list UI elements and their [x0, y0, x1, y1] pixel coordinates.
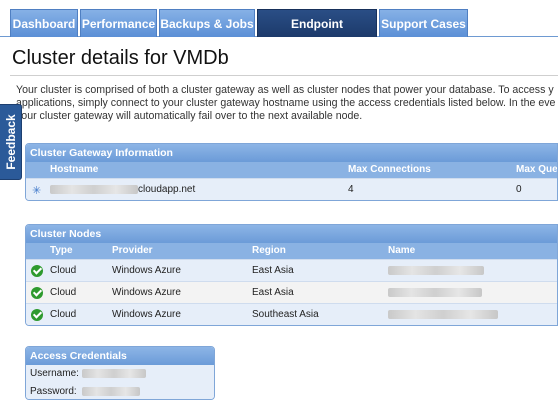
gateway-panel: Cluster Gateway Information Hostname Max…	[25, 143, 558, 201]
intro-line: applications, simply connect to your clu…	[16, 97, 556, 109]
page-title: Cluster details for VMDb	[12, 47, 229, 69]
column-name: Name	[388, 245, 416, 256]
username-value[interactable]	[82, 368, 146, 379]
intro-line: Your cluster is comprised of both a clus…	[16, 84, 554, 96]
node-type: Cloud	[50, 287, 77, 298]
gateway-panel-title: Cluster Gateway Information	[26, 144, 557, 162]
gateway-max-queue: 0	[516, 184, 522, 195]
node-name	[388, 265, 484, 276]
node-type: Cloud	[50, 265, 77, 276]
node-provider: Windows Azure	[112, 309, 181, 320]
gateway-hostname: cloudapp.net	[50, 184, 195, 195]
redacted-username	[82, 368, 146, 378]
node-name	[388, 287, 482, 298]
tab-backups-jobs[interactable]: Backups & Jobs	[159, 9, 255, 37]
nodes-panel-title: Cluster Nodes	[26, 225, 557, 243]
node-row[interactable]: Cloud Windows Azure Southeast Asia	[26, 303, 557, 325]
hostname-suffix: cloudapp.net	[138, 184, 196, 195]
redacted-node-name	[388, 287, 482, 297]
node-provider: Windows Azure	[112, 287, 181, 298]
gateway-column-header: Hostname Max Connections Max Que	[26, 162, 557, 178]
feedback-label: Feedback	[3, 114, 18, 170]
column-hostname: Hostname	[50, 164, 99, 175]
tab-support-cases[interactable]: Support Cases	[379, 9, 468, 37]
password-value[interactable]	[82, 386, 140, 397]
node-name	[388, 309, 498, 320]
title-divider	[10, 75, 558, 76]
username-row: Username:	[26, 365, 214, 383]
redacted-node-name	[388, 265, 484, 275]
node-row[interactable]: Cloud Windows Azure East Asia	[26, 259, 557, 281]
column-max-queue: Max Que	[516, 164, 558, 175]
gateway-max-connections: 4	[348, 184, 354, 195]
column-max-connections: Max Connections	[348, 164, 431, 175]
username-label: Username:	[30, 368, 79, 379]
node-region: Southeast Asia	[252, 309, 319, 320]
intro-text: Your cluster is comprised of both a clus…	[16, 84, 558, 123]
column-region: Region	[252, 245, 286, 256]
tab-dashboard[interactable]: Dashboard	[10, 9, 78, 37]
node-row[interactable]: Cloud Windows Azure East Asia	[26, 281, 557, 303]
credentials-panel: Access Credentials Username: Password:	[25, 346, 215, 400]
redacted-hostname	[50, 184, 138, 194]
node-region: East Asia	[252, 287, 294, 298]
redacted-password	[82, 386, 140, 396]
status-ok-icon	[31, 309, 43, 321]
node-region: East Asia	[252, 265, 294, 276]
credentials-panel-title: Access Credentials	[26, 347, 214, 365]
nodes-panel: Cluster Nodes Type Provider Region Name …	[25, 224, 558, 326]
gateway-icon: ✳	[32, 185, 42, 197]
tab-bar: Dashboard Performance Backups & Jobs End…	[0, 0, 558, 59]
column-type: Type	[50, 245, 73, 256]
gateway-row: ✳ cloudapp.net 4 0	[26, 178, 557, 200]
nodes-column-header: Type Provider Region Name	[26, 243, 557, 259]
intro-line: your cluster gateway will automatically …	[16, 110, 363, 122]
password-label: Password:	[30, 386, 77, 397]
column-provider: Provider	[112, 245, 153, 256]
node-provider: Windows Azure	[112, 265, 181, 276]
status-ok-icon	[31, 265, 43, 277]
redacted-node-name	[388, 309, 498, 319]
node-type: Cloud	[50, 309, 77, 320]
feedback-tab[interactable]: Feedback	[0, 104, 22, 180]
password-row: Password:	[26, 383, 214, 399]
status-ok-icon	[31, 287, 43, 299]
tab-performance[interactable]: Performance	[80, 9, 157, 37]
tab-endpoint-information[interactable]: Endpoint Information	[257, 9, 377, 59]
